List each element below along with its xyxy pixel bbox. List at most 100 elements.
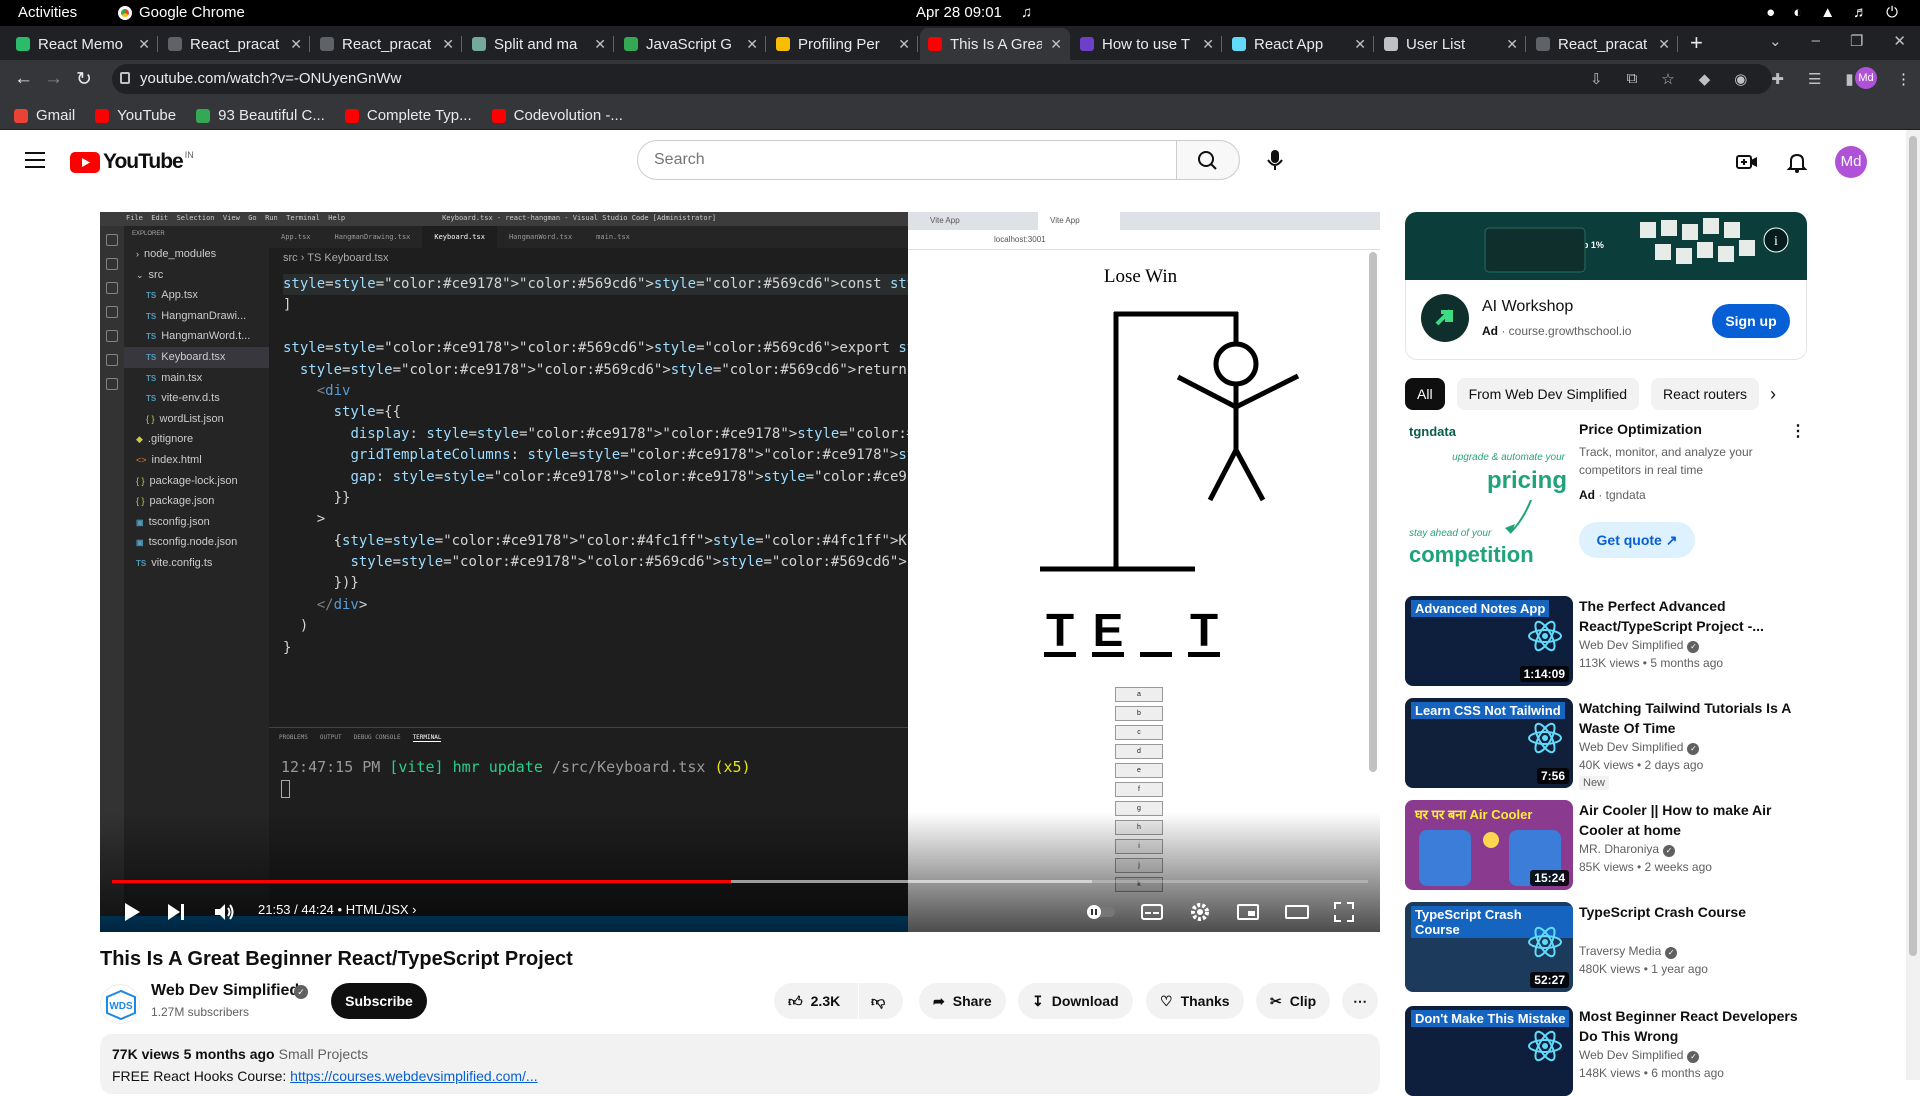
- tab-close-icon[interactable]: ✕: [746, 36, 758, 53]
- browser-menu-icon[interactable]: ⋮: [1896, 70, 1911, 88]
- tab-close-icon[interactable]: ✕: [290, 36, 302, 53]
- video-title[interactable]: Air Cooler || How to make Air Cooler at …: [1579, 800, 1799, 840]
- bookmark-item[interactable]: Gmail: [14, 102, 75, 129]
- channel-name[interactable]: MR. Dharoniya ✓: [1579, 842, 1676, 857]
- channel-name[interactable]: Web Dev Simplified: [151, 982, 299, 1000]
- chrome-tray-icon[interactable]: ●: [1766, 4, 1775, 21]
- browser-tab[interactable]: JavaScript G ✕: [616, 28, 766, 60]
- new-tab-button[interactable]: +: [1690, 30, 1703, 56]
- volume-icon[interactable]: [212, 900, 236, 924]
- clock[interactable]: Apr 28 09:01: [916, 4, 1002, 21]
- browser-tab[interactable]: React Memo ✕: [8, 28, 158, 60]
- subtitles-icon[interactable]: [1140, 900, 1164, 924]
- browser-tab[interactable]: Split and ma ✕: [464, 28, 614, 60]
- get-quote-button[interactable]: Get quote ↗: [1579, 522, 1695, 558]
- notification-bell-icon[interactable]: ♫: [1021, 4, 1032, 21]
- video-thumbnail[interactable]: TypeScript Crash Course 52:27: [1405, 902, 1573, 992]
- night-light-icon[interactable]: ◐: [1793, 4, 1802, 21]
- ad2-title[interactable]: Price Optimization: [1579, 421, 1702, 437]
- video-title[interactable]: Most Beginner React Developers Do This W…: [1579, 1006, 1799, 1046]
- dislike-button[interactable]: 👎︎: [859, 983, 903, 1019]
- video-title[interactable]: TypeScript Crash Course: [1579, 902, 1799, 922]
- filter-chip[interactable]: All: [1405, 378, 1445, 410]
- tab-close-icon[interactable]: ✕: [1354, 36, 1366, 53]
- theater-mode-icon[interactable]: [1284, 900, 1310, 924]
- share-button[interactable]: ➦ Share: [919, 983, 1006, 1019]
- ad2-thumbnail[interactable]: tgndata upgrade & automate your pricing …: [1405, 420, 1573, 570]
- browser-tab[interactable]: React_pracat ✕: [1528, 28, 1678, 60]
- tab-close-icon[interactable]: ✕: [1202, 36, 1214, 53]
- browser-tab[interactable]: User List ✕: [1376, 28, 1526, 60]
- thanks-button[interactable]: ♡ Thanks: [1146, 983, 1244, 1019]
- channel-name[interactable]: Web Dev Simplified ✓: [1579, 740, 1700, 755]
- back-icon[interactable]: ←: [14, 68, 33, 90]
- progress-bar[interactable]: [112, 880, 1368, 883]
- hamburger-menu-icon[interactable]: [25, 152, 45, 168]
- ad-banner-image[interactable]: Learn from the Top 1% i: [1405, 212, 1807, 280]
- settings-gear-icon[interactable]: [1188, 900, 1212, 924]
- desc-link[interactable]: https://courses.webdevsimplified.com/...: [290, 1068, 537, 1084]
- recommended-video[interactable]: Advanced Notes App 1:14:09 The Perfect Adv…: [1405, 596, 1807, 686]
- page-scrollbar[interactable]: [1906, 130, 1920, 1080]
- more-actions-button[interactable]: ⋯: [1342, 983, 1378, 1019]
- network-icon[interactable]: ▲: [1820, 4, 1835, 21]
- tab-close-icon[interactable]: ✕: [594, 36, 606, 53]
- create-video-icon[interactable]: [1735, 150, 1759, 174]
- video-title[interactable]: The Perfect Advanced React/TypeScript Pr…: [1579, 596, 1799, 636]
- bookmark-item[interactable]: Complete Typ...: [344, 102, 472, 129]
- channel-name[interactable]: Web Dev Simplified ✓: [1579, 1048, 1700, 1063]
- bookmark-item[interactable]: 93 Beautiful C...: [196, 102, 325, 129]
- recommended-video[interactable]: Learn CSS Not Tailwind 7:56 Watching Tailw…: [1405, 698, 1807, 790]
- reload-icon[interactable]: ↻: [76, 68, 92, 91]
- filter-chip[interactable]: From Web Dev Simplified: [1456, 378, 1640, 410]
- video-thumbnail[interactable]: Don't Make This Mistake: [1405, 1006, 1573, 1096]
- tab-close-icon[interactable]: ✕: [1658, 36, 1670, 53]
- download-button[interactable]: ↧ Download: [1018, 983, 1133, 1019]
- tab-close-icon[interactable]: ✕: [1506, 36, 1518, 53]
- app-menu[interactable]: Google Chrome: [118, 4, 245, 21]
- bookmark-item[interactable]: YouTube: [95, 102, 176, 129]
- channel-avatar[interactable]: WDS: [100, 984, 140, 1024]
- recommended-video[interactable]: घर पर बना Air Cooler 15:24 Air Cooler || H…: [1405, 800, 1807, 890]
- maximize-button[interactable]: ❐: [1850, 32, 1863, 50]
- browser-tab[interactable]: React_pracat ✕: [312, 28, 462, 60]
- extension-icon[interactable]: ◆: [1699, 70, 1711, 88]
- media-icon[interactable]: ☰: [1808, 70, 1821, 88]
- tab-close-icon[interactable]: ✕: [1050, 36, 1062, 53]
- clip-button[interactable]: ✂ Clip: [1256, 983, 1331, 1019]
- autoplay-toggle[interactable]: [1086, 904, 1116, 920]
- video-thumbnail[interactable]: Learn CSS Not Tailwind 7:56: [1405, 698, 1573, 788]
- voice-search-button[interactable]: [1255, 140, 1295, 180]
- bookmark-star-icon[interactable]: ☆: [1661, 70, 1674, 88]
- miniplayer-icon[interactable]: [1236, 900, 1260, 924]
- channel-name[interactable]: Traversy Media ✓: [1579, 944, 1678, 959]
- close-window-button[interactable]: ✕: [1893, 32, 1906, 50]
- video-description[interactable]: 77K views 5 months ago Small Projects FRE…: [100, 1034, 1380, 1094]
- bookmark-item[interactable]: Codevolution -...: [491, 102, 623, 129]
- ad-title[interactable]: AI Workshop: [1482, 298, 1573, 316]
- profile-avatar[interactable]: Md: [1855, 67, 1877, 89]
- subscribe-button[interactable]: Subscribe: [331, 983, 427, 1019]
- play-icon[interactable]: [120, 900, 144, 924]
- forward-icon[interactable]: →: [44, 68, 63, 90]
- like-button[interactable]: 👍︎ 2.3K: [774, 983, 858, 1019]
- recommended-video[interactable]: Don't Make This Mistake Most Beginner Rea…: [1405, 1006, 1807, 1096]
- tab-search-icon[interactable]: ⌄: [1769, 32, 1782, 50]
- tab-close-icon[interactable]: ✕: [138, 36, 150, 53]
- share-icon[interactable]: ⧉: [1627, 70, 1638, 88]
- power-icon[interactable]: ⏻: [1886, 4, 1898, 21]
- channel-name[interactable]: Web Dev Simplified ✓: [1579, 638, 1700, 653]
- video-tag[interactable]: Small Projects: [279, 1046, 368, 1062]
- minimize-button[interactable]: –: [1812, 32, 1820, 50]
- video-title[interactable]: Watching Tailwind Tutorials Is A Waste O…: [1579, 698, 1799, 738]
- video-thumbnail[interactable]: घर पर बना Air Cooler 15:24: [1405, 800, 1573, 890]
- ad-card[interactable]: AI Workshop Ad · course.growthschool.io …: [1405, 280, 1807, 360]
- browser-tab[interactable]: This Is A Grea ✕: [920, 28, 1070, 60]
- tab-close-icon[interactable]: ✕: [442, 36, 454, 53]
- sidepanel-icon[interactable]: ▮: [1845, 70, 1853, 88]
- recommended-video[interactable]: TypeScript Crash Course 52:27 TypeScript C…: [1405, 902, 1807, 992]
- browser-tab[interactable]: React App ✕: [1224, 28, 1374, 60]
- video-player[interactable]: File Edit Selection View Go Run Terminal…: [100, 212, 1380, 932]
- puzzle-icon[interactable]: ✚: [1771, 70, 1784, 88]
- next-video-icon[interactable]: [164, 900, 188, 924]
